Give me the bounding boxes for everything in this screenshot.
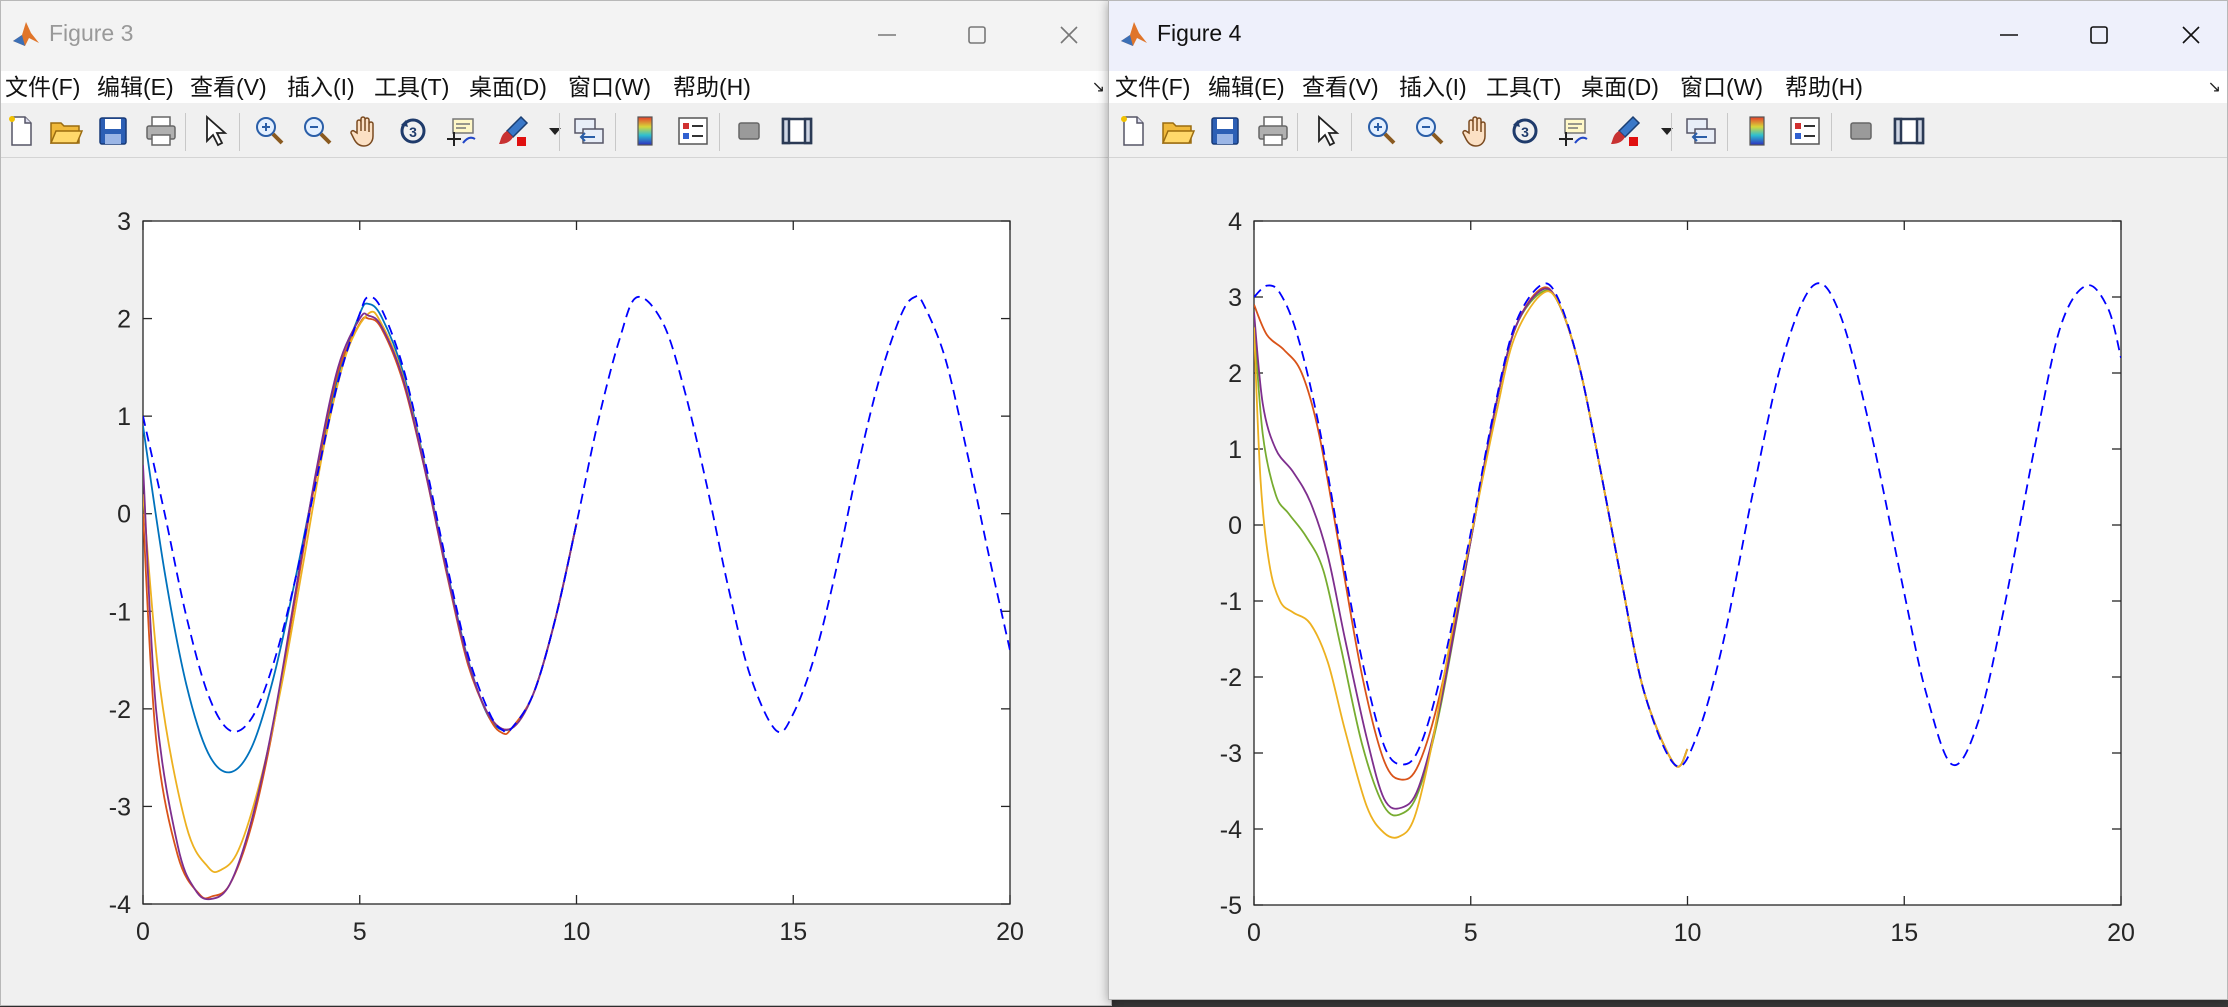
y-tick-label: -4 bbox=[1220, 816, 1242, 844]
x-tick-label: 20 bbox=[2107, 919, 2135, 947]
x-tick-label: 20 bbox=[996, 918, 1024, 946]
y-tick-label: -3 bbox=[1220, 740, 1242, 768]
y-tick-label: -1 bbox=[1220, 588, 1242, 616]
y-tick-label: -2 bbox=[109, 696, 131, 724]
y-tick-label: 1 bbox=[1228, 436, 1242, 464]
x-tick-label: 0 bbox=[136, 918, 150, 946]
y-tick-label: 0 bbox=[1228, 512, 1242, 540]
y-tick-label: -1 bbox=[109, 598, 131, 626]
x-tick-label: 10 bbox=[563, 918, 591, 946]
x-tick-label: 10 bbox=[1674, 919, 1702, 947]
axes-box[interactable] bbox=[142, 220, 1011, 905]
y-tick-label: 3 bbox=[117, 208, 131, 236]
y-tick-label: 1 bbox=[117, 403, 131, 431]
y-tick-label: -2 bbox=[1220, 664, 1242, 692]
y-tick-label: -5 bbox=[1220, 892, 1242, 920]
y-tick-label: -3 bbox=[109, 793, 131, 821]
y-tick-label: 2 bbox=[117, 306, 131, 334]
y-tick-label: 4 bbox=[1228, 208, 1242, 236]
figure-4-window: Figure 4 文件(F) 编辑(E) 查看(V) 插入(I) 工具(T) 桌… bbox=[1108, 0, 2228, 1000]
y-tick-label: 3 bbox=[1228, 284, 1242, 312]
plot-area[interactable]: 0 5 10 15 20 -5 -4 -3 -2 -1 0 1 2 3 4 bbox=[1109, 1, 2228, 1001]
x-tick-label: 5 bbox=[353, 918, 367, 946]
figure-3-window: Figure 3 文件(F) 编辑(E) 查看(V) 插入(I) 工具(T) 桌… bbox=[0, 0, 1112, 1006]
x-tick-label: 5 bbox=[1464, 919, 1478, 947]
plot-area[interactable]: 0 5 10 15 20 -4 -3 -2 -1 0 1 2 3 bbox=[1, 1, 1113, 1007]
y-tick-label: 2 bbox=[1228, 360, 1242, 388]
x-tick-label: 0 bbox=[1247, 919, 1261, 947]
x-tick-label: 15 bbox=[779, 918, 807, 946]
y-tick-label: -4 bbox=[109, 891, 131, 919]
y-tick-label: 0 bbox=[117, 501, 131, 529]
x-tick-label: 15 bbox=[1890, 919, 1918, 947]
axes-box[interactable] bbox=[1253, 220, 2122, 906]
